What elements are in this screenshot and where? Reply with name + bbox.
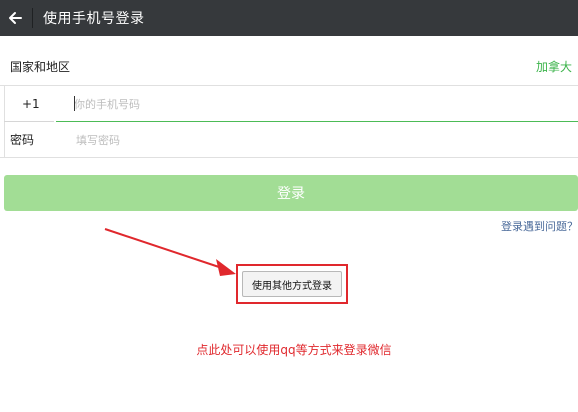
annotation-note: 点此处可以使用qq等方式来登录微信 bbox=[196, 343, 392, 357]
login-button[interactable]: 登录 bbox=[4, 175, 578, 211]
title-bar: 使用手机号登录 bbox=[0, 0, 578, 36]
country-region-row[interactable]: 国家和地区 加拿大 bbox=[0, 48, 578, 86]
password-input[interactable] bbox=[76, 130, 556, 150]
highlight-box: 使用其他方式登录 bbox=[236, 264, 348, 304]
country-region-value[interactable]: 加拿大 bbox=[536, 58, 572, 75]
login-help-link[interactable]: 登录遇到问题？ bbox=[501, 218, 578, 234]
title-separator bbox=[32, 8, 33, 28]
page-title: 使用手机号登录 bbox=[43, 11, 145, 27]
password-row: 密码 bbox=[0, 122, 578, 158]
phone-row: +1 bbox=[0, 86, 578, 122]
other-login-methods-button[interactable]: 使用其他方式登录 bbox=[242, 271, 342, 297]
phone-number-input[interactable] bbox=[74, 94, 554, 114]
password-label: 密码 bbox=[10, 133, 35, 147]
login-screen: 使用手机号登录 国家和地区 加拿大 +1 密码 登录 登录遇到问题？ 使用其他方… bbox=[0, 0, 578, 412]
country-region-label: 国家和地区 bbox=[10, 60, 71, 74]
text-caret bbox=[74, 96, 75, 111]
arrow-left-icon bbox=[9, 12, 22, 24]
country-code[interactable]: +1 bbox=[22, 97, 40, 111]
back-button[interactable] bbox=[0, 0, 30, 36]
